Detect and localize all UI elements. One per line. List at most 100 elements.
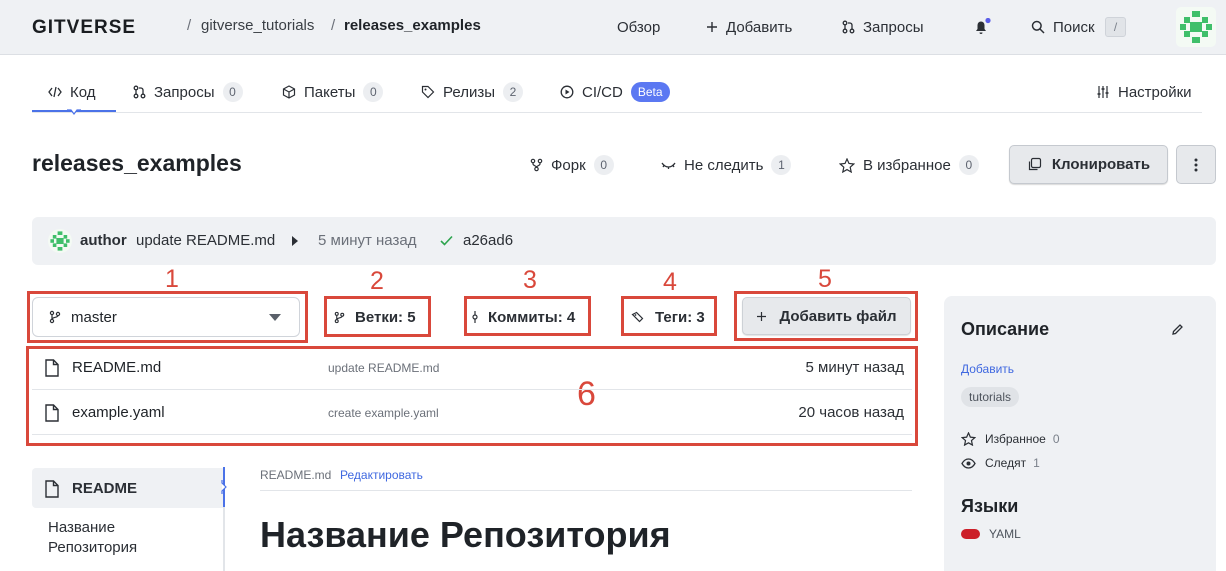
nav-requests[interactable]: Запросы: [842, 16, 924, 38]
beta-badge: Beta: [630, 82, 670, 102]
readme-heading: Название Репозитория: [260, 514, 671, 555]
expand-commit-icon[interactable]: [291, 235, 299, 247]
toc-readme-label: README: [72, 480, 138, 497]
add-description-link[interactable]: Добавить: [961, 362, 1014, 376]
pull-request-icon: [842, 20, 855, 34]
commit-author[interactable]: author: [80, 232, 127, 249]
notifications-button[interactable]: [973, 18, 991, 36]
play-circle-icon: [560, 85, 574, 99]
copy-icon: [1028, 157, 1041, 171]
clone-label: Клонировать: [1051, 156, 1151, 173]
fork-button[interactable]: Форк 0: [530, 154, 614, 176]
star-icon: [961, 432, 976, 446]
notification-dot-icon: [985, 18, 991, 24]
more-options-button[interactable]: [1176, 145, 1216, 184]
watch-count: 1: [771, 155, 792, 175]
annotation-box-3: [464, 296, 591, 336]
language-color-swatch: [961, 529, 980, 539]
file-icon: [45, 480, 59, 498]
favorites-label: Избранное: [985, 432, 1046, 446]
toc-item[interactable]: Название Репозитория: [48, 518, 188, 558]
nav-search[interactable]: Поиск: [1031, 16, 1095, 38]
tab-releases[interactable]: Релизы 2: [421, 80, 523, 104]
eye-off-icon: [661, 162, 676, 169]
search-icon: [1031, 20, 1045, 34]
commit-message[interactable]: update README.md: [136, 232, 275, 249]
nav-add[interactable]: Добавить: [706, 16, 792, 38]
check-icon: [440, 235, 453, 246]
favorites-stat[interactable]: Избранное 0: [961, 431, 1060, 447]
nav-search-label: Поиск: [1053, 18, 1095, 36]
tab-settings-label: Настройки: [1118, 83, 1192, 101]
breadcrumb-repo[interactable]: releases_examples: [344, 17, 481, 34]
pull-request-icon: [133, 85, 146, 99]
nav-overview[interactable]: Обзор: [617, 16, 660, 38]
tab-code-label: Код: [70, 83, 96, 101]
annotation-number: 5: [818, 265, 832, 293]
watchers-stat[interactable]: Следят 1: [961, 455, 1040, 471]
annotation-number: 3: [523, 266, 537, 294]
unwatch-button[interactable]: Не следить 1: [661, 154, 792, 176]
package-icon: [282, 85, 296, 99]
watchers-count: 1: [1033, 456, 1040, 470]
clone-button[interactable]: Клонировать: [1009, 145, 1168, 184]
annotation-number: 4: [663, 268, 677, 296]
favorites-count: 0: [1052, 432, 1060, 446]
search-shortcut-key: /: [1105, 17, 1126, 37]
languages-title: Языки: [961, 496, 1019, 516]
watchers-label: Следят: [985, 456, 1027, 470]
annotation-box-6: [26, 346, 918, 446]
annotation-number: 1: [165, 265, 179, 293]
language-name: YAML: [989, 527, 1021, 541]
nav-add-label: Добавить: [726, 18, 793, 36]
fork-count: 0: [593, 155, 614, 175]
annotation-box-4: [621, 296, 717, 336]
tab-packages-label: Пакеты: [304, 83, 356, 101]
sliders-icon: [1097, 86, 1109, 98]
breadcrumb-owner[interactable]: gitverse_tutorials: [201, 17, 314, 34]
tab-packages-count: 0: [363, 82, 384, 102]
tab-releases-count: 2: [502, 82, 523, 102]
code-icon: [48, 86, 62, 98]
repo-title: releases_examples: [32, 150, 242, 176]
identicon-avatar-icon: [50, 231, 70, 251]
eye-icon: [961, 457, 976, 469]
readme-divider: [260, 490, 912, 491]
breadcrumb-separator: /: [187, 17, 192, 34]
identicon-avatar-icon: [1180, 11, 1212, 43]
commit-author-avatar[interactable]: [48, 229, 72, 253]
tab-cicd-label: CI/CD: [582, 83, 623, 101]
nav-overview-label: Обзор: [617, 18, 661, 36]
tab-requests-label: Запросы: [154, 83, 215, 101]
language-item: YAML: [961, 527, 1021, 541]
edit-readme-link[interactable]: Редактировать: [340, 468, 423, 482]
nav-requests-label: Запросы: [863, 18, 924, 36]
pencil-icon[interactable]: [1171, 323, 1184, 336]
bell-icon: [976, 18, 991, 34]
gitverse-logo[interactable]: GITVERSE: [32, 19, 180, 35]
tab-requests[interactable]: Запросы 0: [133, 80, 243, 104]
annotation-box-2: [324, 296, 431, 337]
star-label: В избранное: [863, 156, 951, 174]
commit-hash[interactable]: a26ad6: [463, 232, 513, 249]
topic-tag[interactable]: tutorials: [961, 387, 1020, 407]
user-avatar[interactable]: [1176, 7, 1216, 47]
fork-icon: [530, 158, 543, 172]
tabs-divider: [32, 112, 1202, 113]
unwatch-label: Не следить: [684, 156, 764, 174]
svg-text:GITVERSE: GITVERSE: [32, 19, 136, 35]
readme-path: README.md: [260, 468, 332, 482]
star-icon: [839, 157, 855, 173]
commit-time: 5 минут назад: [318, 232, 417, 249]
tab-settings[interactable]: Настройки: [1096, 80, 1192, 104]
tab-packages[interactable]: Пакеты 0: [282, 80, 384, 104]
tab-requests-count: 0: [222, 82, 243, 102]
toc-active-caret-icon: [221, 480, 227, 494]
star-button[interactable]: В избранное 0: [839, 154, 979, 176]
tab-code[interactable]: Код: [48, 80, 96, 104]
tab-cicd[interactable]: CI/CD Beta: [560, 80, 670, 104]
kebab-menu-icon: [1194, 158, 1198, 171]
tab-releases-label: Релизы: [443, 83, 495, 101]
active-tab-caret-icon: [67, 109, 81, 115]
fork-label: Форк: [551, 156, 586, 174]
